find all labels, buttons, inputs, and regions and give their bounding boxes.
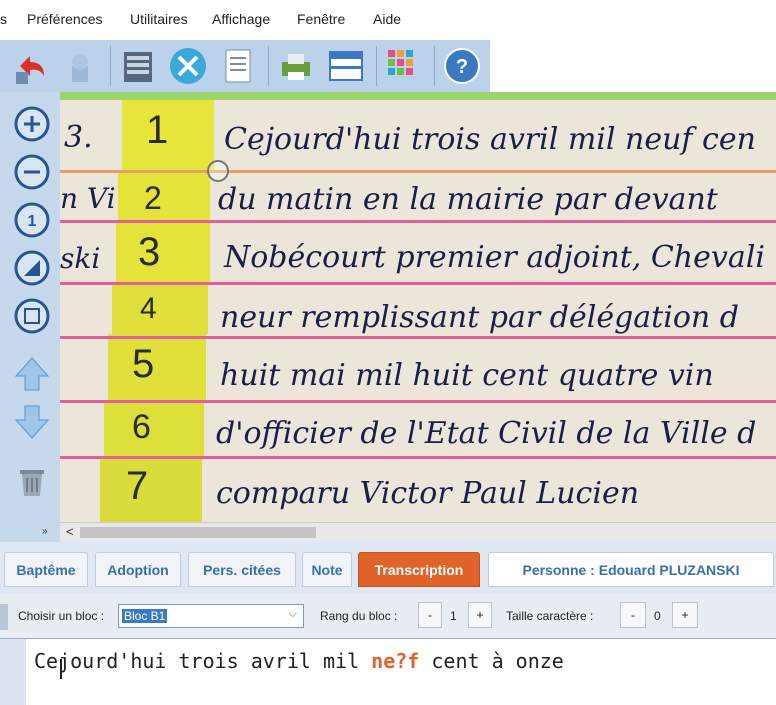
tab-note[interactable]: Note — [302, 552, 352, 587]
line-handle[interactable] — [207, 160, 229, 182]
block-highlight — [118, 170, 210, 222]
tab-transcription[interactable]: Transcription — [358, 552, 480, 587]
print-icon[interactable] — [276, 46, 316, 86]
move-down-icon[interactable] — [12, 402, 52, 442]
zoom-actual-size-icon[interactable]: 1 — [12, 200, 52, 240]
line-number: 1 — [146, 108, 169, 152]
menu-item-fenetre[interactable]: Fenêtre — [297, 11, 345, 27]
line-number: 7 — [126, 464, 149, 508]
toolbar-separator — [268, 46, 269, 86]
panel-edge — [0, 604, 8, 630]
undo-icon[interactable] — [12, 46, 52, 86]
block-highlight — [100, 458, 202, 522]
tab-bar: Baptême Adoption Pers. citées Note Trans… — [0, 542, 776, 594]
tools-icon[interactable] — [168, 46, 208, 86]
handwriting-line: comparu Victor Paul Lucien — [216, 476, 640, 511]
color-grid-icon[interactable] — [384, 46, 424, 86]
block-highlight — [104, 400, 204, 458]
menu-bar: s Préférences Utilitaires Affichage Fenê… — [0, 0, 776, 40]
transcription-text-part: Cejourd'hui trois avril mil — [34, 649, 372, 673]
chevron-down-icon: ⌵ — [288, 608, 297, 620]
size-increment-button[interactable]: + — [672, 602, 698, 628]
line-number: 4 — [140, 292, 157, 325]
transcription-text-part: cent à onze — [419, 649, 564, 673]
guide-line — [60, 400, 776, 403]
handwriting-line: huit mai mil huit cent quatre vin — [220, 358, 714, 393]
margin-text: n Vi — [60, 182, 116, 215]
toolbar-separator — [376, 46, 377, 86]
image-tools-panel: 1 » — [0, 92, 60, 542]
tab-bapteme[interactable]: Baptême — [4, 552, 88, 587]
transcription-controls: Choisir un bloc : Bloc B1 ⌵ Rang du bloc… — [0, 594, 776, 638]
block-highlight — [112, 282, 208, 334]
guide-line — [60, 282, 776, 285]
help-icon[interactable]: ? — [442, 46, 482, 86]
scrollbar-thumb[interactable] — [80, 527, 316, 538]
menu-item-preferences[interactable]: Préférences — [27, 11, 102, 27]
margin-text: 3. — [64, 120, 93, 155]
block-select-value: Bloc B1 — [122, 609, 168, 623]
rank-label: Rang du bloc : — [320, 609, 398, 623]
rank-value[interactable]: 1 — [450, 609, 457, 623]
handwriting-line: Nobécourt premier adjoint, Chevali — [224, 240, 765, 275]
line-number: 5 — [132, 342, 155, 386]
document-icon[interactable] — [218, 46, 258, 86]
horizontal-scrollbar[interactable]: < — [60, 522, 776, 542]
editor-gutter — [0, 639, 26, 705]
document-image-viewer[interactable]: 1 2 3 4 5 6 7 3. n Vi ski Cejourd'hui tr… — [60, 92, 776, 522]
toolbar-separator — [434, 46, 435, 86]
app-window: s Préférences Utilitaires Affichage Fenê… — [0, 0, 776, 705]
transcription-text[interactable]: Cejourd'hui trois avril mil ne?f cent à … — [34, 649, 564, 673]
toolbar: ? — [0, 40, 490, 92]
block-select[interactable]: Bloc B1 ⌵ — [118, 604, 304, 628]
text-cursor — [60, 659, 62, 679]
size-label: Taille caractère : — [506, 609, 594, 623]
menu-item-aide[interactable]: Aide — [373, 11, 401, 27]
size-value[interactable]: 0 — [654, 609, 661, 623]
tab-personne[interactable]: Personne : Edouard PLUZANSKI — [488, 552, 774, 587]
zoom-fit-width-icon[interactable] — [12, 248, 52, 288]
guide-line — [60, 336, 776, 339]
scroll-left-arrow-icon[interactable]: < — [66, 524, 74, 539]
block-label: Choisir un bloc : — [18, 609, 105, 623]
toolbar-separator — [110, 46, 111, 86]
margin-text: ski — [60, 242, 101, 275]
svg-text:?: ? — [456, 56, 468, 78]
handwriting-line: du matin en la mairie par devant — [218, 182, 718, 217]
rank-decrement-button[interactable]: - — [418, 602, 442, 628]
line-number: 3 — [138, 230, 161, 274]
tab-pers-citees[interactable]: Pers. citées — [188, 552, 296, 587]
zoom-fit-page-icon[interactable] — [12, 296, 52, 336]
handwriting-line: neur remplissant par délégation d — [220, 300, 739, 335]
svg-text:1: 1 — [28, 213, 37, 230]
tab-adoption[interactable]: Adoption — [95, 552, 181, 587]
guide-line — [60, 456, 776, 459]
handwriting-line: d'officier de l'Etat Civil de la Ville d — [216, 416, 757, 451]
zoom-in-icon[interactable] — [12, 104, 52, 144]
size-decrement-button[interactable]: - — [620, 602, 646, 628]
image-top-band — [60, 92, 776, 100]
handwriting-line: Cejourd'hui trois avril mil neuf cen — [224, 122, 756, 157]
uncertain-word: ne?f — [371, 649, 420, 673]
menu-item-affichage[interactable]: Affichage — [212, 11, 270, 27]
rank-increment-button[interactable]: + — [468, 602, 492, 628]
block-highlight — [116, 222, 210, 282]
menu-item-truncated[interactable]: s — [0, 11, 7, 27]
line-number: 6 — [132, 408, 151, 446]
transcription-editor[interactable]: Cejourd'hui trois avril mil ne?f cent à … — [0, 638, 776, 705]
window-layout-icon[interactable] — [326, 46, 366, 86]
database-icon[interactable] — [118, 46, 158, 86]
block-highlight — [108, 334, 206, 400]
line-number: 2 — [144, 180, 162, 216]
trash-icon[interactable] — [12, 460, 52, 500]
guide-line — [60, 220, 776, 223]
panel-chevron-icon[interactable]: » — [42, 526, 48, 537]
guide-line-selected — [60, 170, 776, 173]
zoom-out-icon[interactable] — [12, 152, 52, 192]
menu-item-utilitaires[interactable]: Utilitaires — [130, 11, 188, 27]
redo-icon[interactable] — [60, 46, 100, 86]
move-up-icon[interactable] — [12, 354, 52, 394]
